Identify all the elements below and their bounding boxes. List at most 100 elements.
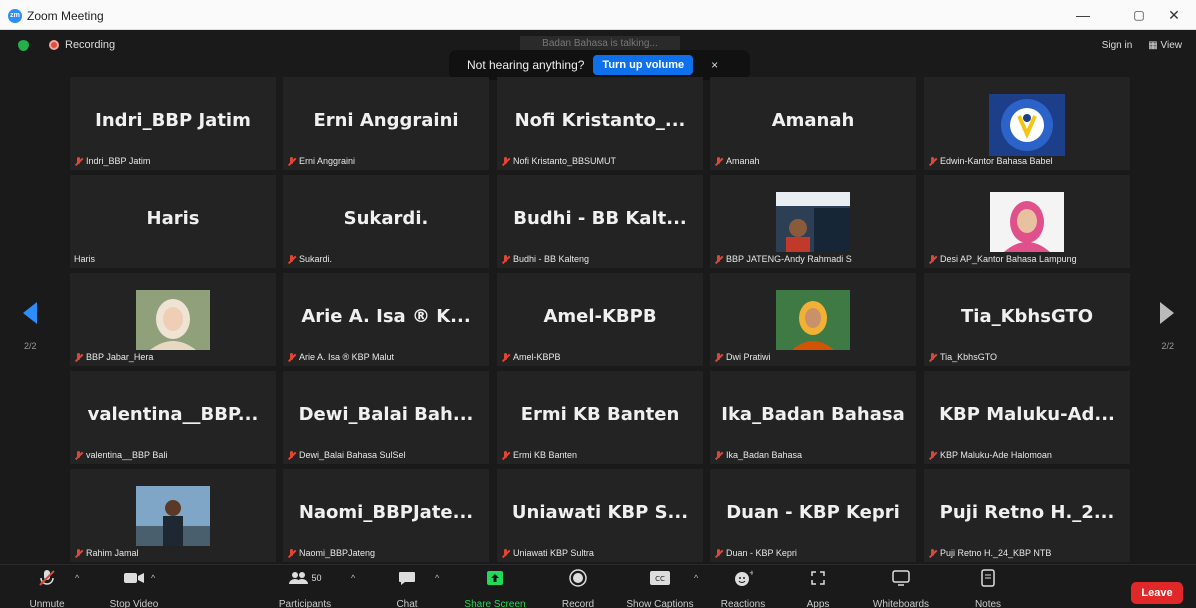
- muted-mic-icon: [501, 352, 510, 362]
- participant-tile[interactable]: Desi AP_Kantor Bahasa Lampung: [924, 175, 1130, 268]
- captions-options-chevron-icon[interactable]: ^: [694, 573, 698, 583]
- participant-tile[interactable]: Amel-KBPB Amel-KBPB: [497, 273, 703, 366]
- reactions-label: Reactions: [720, 599, 766, 608]
- participant-tile[interactable]: Dwi Pratiwi: [710, 273, 916, 366]
- participant-tile[interactable]: Ika_Badan Bahasa Ika_Badan Bahasa: [710, 371, 916, 464]
- participant-tile[interactable]: Budhi - BB Kalt... Budhi - BB Kalteng: [497, 175, 703, 268]
- participant-name-text: Ika_Badan Bahasa: [726, 450, 803, 460]
- svg-text:CC: CC: [655, 575, 665, 583]
- video-options-chevron-icon[interactable]: ^: [151, 573, 155, 583]
- participant-tile[interactable]: Dewi_Balai Bah... Dewi_Balai Bahasa SulSe…: [283, 371, 489, 464]
- meeting-stage: Recording Badan Bahasa is talking... Not…: [0, 30, 1196, 564]
- toast-message: Not hearing anything?: [467, 58, 585, 72]
- participant-tile[interactable]: Arie A. Isa ® K... Arie A. Isa ® KBP Malu…: [283, 273, 489, 366]
- view-button[interactable]: ▦ View: [1148, 40, 1182, 51]
- security-shield-icon[interactable]: [18, 39, 29, 51]
- participant-name-label: Tia_KbhsGTO: [928, 352, 997, 362]
- participant-tile[interactable]: Nofi Kristanto_... Nofi Kristanto_BBSUMUT: [497, 77, 703, 170]
- show-captions-button[interactable]: CC Show Captions: [620, 567, 700, 608]
- apps-icon: [800, 567, 836, 589]
- participant-tile[interactable]: Edwin-Kantor Bahasa Babel: [924, 77, 1130, 170]
- show-captions-label: Show Captions: [626, 599, 694, 608]
- participant-tile[interactable]: Puji Retno H._2... Puji Retno H._24_KBP N…: [924, 469, 1130, 562]
- participant-name-label: Amel-KBPB: [501, 352, 561, 362]
- participant-name-text: Arie A. Isa ® KBP Malut: [299, 352, 395, 362]
- apps-label: Apps: [806, 599, 830, 608]
- muted-mic-icon: [928, 254, 937, 264]
- previous-page-arrow-icon[interactable]: [23, 302, 37, 324]
- participant-name-label: Edwin-Kantor Bahasa Babel: [928, 156, 1053, 166]
- muted-mic-icon: [928, 450, 937, 460]
- participant-name-text: Ermi KB Banten: [513, 450, 578, 460]
- participant-name-text: Dwi Pratiwi: [726, 352, 771, 362]
- notes-button[interactable]: Notes: [968, 567, 1008, 608]
- leave-button[interactable]: Leave: [1131, 582, 1183, 604]
- participant-tile[interactable]: Amanah Amanah: [710, 77, 916, 170]
- muted-mic-icon: [287, 254, 296, 264]
- participant-display-name: Indri_BBP Jatim: [95, 110, 251, 131]
- participant-tile[interactable]: KBP Maluku-Ad... KBP Maluku-Ade Halomoan: [924, 371, 1130, 464]
- unmute-label: Unmute: [29, 599, 65, 608]
- share-screen-button[interactable]: Share Screen: [459, 567, 531, 608]
- reactions-button[interactable]: + Reactions: [714, 567, 772, 608]
- svg-text:+: +: [749, 569, 753, 577]
- participant-video-image: [990, 192, 1064, 257]
- chat-button[interactable]: Chat: [387, 567, 427, 608]
- participants-options-chevron-icon[interactable]: ^: [351, 573, 355, 583]
- participant-display-name: Ermi KB Banten: [520, 404, 680, 425]
- participant-tile[interactable]: Ermi KB Banten Ermi KB Banten: [497, 371, 703, 464]
- participant-tile[interactable]: Naomi_BBPJate... Naomi_BBPJateng: [283, 469, 489, 562]
- participant-tile[interactable]: Tia_KbhsGTO Tia_KbhsGTO: [924, 273, 1130, 366]
- audio-options-chevron-icon[interactable]: ^: [75, 573, 79, 583]
- participants-icon: 50: [270, 567, 340, 589]
- participant-name-label: Haris: [74, 254, 95, 264]
- recording-icon: [49, 40, 59, 50]
- participant-name-text: Naomi_BBPJateng: [299, 548, 376, 558]
- toast-close-icon[interactable]: ×: [711, 58, 718, 72]
- participant-tile[interactable]: Rahim Jamal: [70, 469, 276, 562]
- participant-tile[interactable]: Sukardi. Sukardi.: [283, 175, 489, 268]
- participants-button[interactable]: 50 Participants: [270, 567, 340, 608]
- top-right-controls: Sign in ▦ View: [1102, 40, 1182, 51]
- participant-name-label: Dewi_Balai Bahasa SulSel: [287, 450, 406, 460]
- participant-tile[interactable]: Uniawati KBP S... Uniawati KBP Sultra: [497, 469, 703, 562]
- stop-video-button[interactable]: Stop Video: [99, 567, 169, 608]
- participant-name-label: Sukardi.: [287, 254, 332, 264]
- participant-tile[interactable]: valentina__BBP... valentina__BBP Bali: [70, 371, 276, 464]
- participant-name-text: valentina__BBP Bali: [86, 450, 168, 460]
- smiley-plus-icon: +: [714, 567, 772, 589]
- close-button[interactable]: ✕: [1162, 6, 1186, 24]
- record-button[interactable]: Record: [556, 567, 600, 608]
- chat-bubble-icon: [387, 567, 427, 589]
- participant-tile[interactable]: Duan - KBP Kepri Duan - KBP Kepri: [710, 469, 916, 562]
- participant-display-name: Erni Anggraini: [313, 110, 459, 131]
- muted-mic-icon: [287, 352, 296, 362]
- participant-tile[interactable]: Indri_BBP Jatim Indri_BBP Jatim: [70, 77, 276, 170]
- restore-button[interactable]: ▢: [1127, 6, 1151, 24]
- participant-name-label: BBP Jabar_Hera: [74, 352, 153, 362]
- meeting-status: Recording: [18, 39, 115, 51]
- participant-name-label: Rahim Jamal: [74, 548, 139, 558]
- window-title: Zoom Meeting: [27, 9, 104, 23]
- sign-in-link[interactable]: Sign in: [1102, 40, 1133, 51]
- participant-tile[interactable]: Haris Haris: [70, 175, 276, 268]
- unmute-button[interactable]: Unmute: [24, 567, 70, 608]
- participant-name-label: BBP JATENG-Andy Rahmadi S: [714, 254, 852, 264]
- participant-tile[interactable]: BBP JATENG-Andy Rahmadi S: [710, 175, 916, 268]
- turn-up-volume-button[interactable]: Turn up volume: [593, 55, 694, 75]
- participant-display-name: Sukardi.: [343, 208, 429, 229]
- apps-button[interactable]: Apps: [800, 567, 836, 608]
- chat-options-chevron-icon[interactable]: ^: [435, 573, 439, 583]
- participant-tile[interactable]: Erni Anggraini Erni Anggraini: [283, 77, 489, 170]
- minimize-button[interactable]: —: [1071, 6, 1095, 24]
- whiteboard-icon: [860, 567, 942, 589]
- participant-display-name: Tia_KbhsGTO: [961, 306, 1093, 327]
- participant-tile[interactable]: BBP Jabar_Hera: [70, 273, 276, 366]
- notes-label: Notes: [974, 599, 1002, 608]
- participant-name-text: Nofi Kristanto_BBSUMUT: [513, 156, 617, 166]
- participant-display-name: Duan - KBP Kepri: [726, 502, 900, 523]
- next-page-arrow-icon[interactable]: [1160, 302, 1174, 324]
- video-camera-icon: [99, 567, 169, 589]
- participant-name-label: Desi AP_Kantor Bahasa Lampung: [928, 254, 1077, 264]
- whiteboards-button[interactable]: Whiteboards: [860, 567, 942, 608]
